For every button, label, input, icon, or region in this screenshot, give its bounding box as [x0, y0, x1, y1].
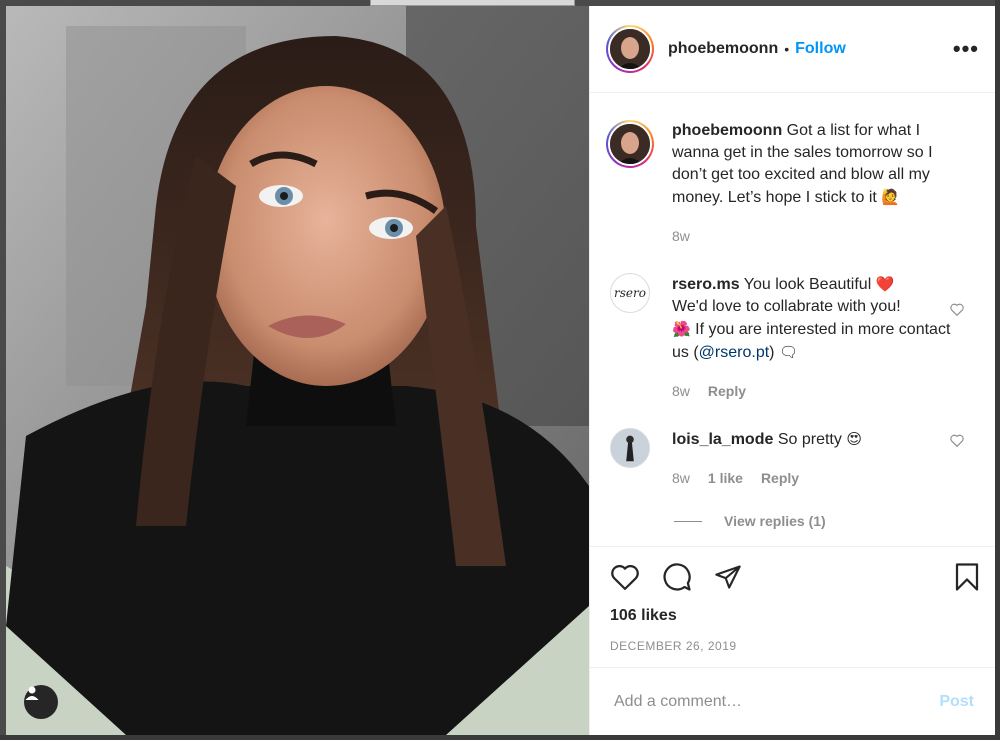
post-actions: 106 likes DECEMBER 26, 2019: [590, 546, 996, 653]
caption-meta: 8w: [672, 225, 962, 247]
comment-meta: 8w 1 like Reply: [672, 467, 962, 489]
view-replies-label: View replies (1): [724, 513, 826, 529]
portrait-illustration: [6, 6, 589, 735]
author-username[interactable]: phoebemoonn: [668, 40, 778, 58]
author-avatar[interactable]: [606, 25, 654, 73]
comment-body: So pretty: [777, 431, 842, 448]
post-date[interactable]: DECEMBER 26, 2019: [610, 639, 980, 653]
reply-button[interactable]: Reply: [708, 380, 746, 402]
comment-body-1: You look Beautiful: [743, 276, 872, 293]
window-edge-bottom: [0, 735, 1000, 740]
commenter-avatar[interactable]: [610, 428, 650, 468]
commenter-username[interactable]: rsero.ms: [672, 276, 740, 293]
comment-like-heart-icon[interactable]: [950, 434, 964, 452]
comment-item: lois_la_mode So pretty 😍 8w 1 like Reply: [606, 428, 980, 489]
caption-avatar[interactable]: [606, 120, 654, 168]
add-comment-bar: Post: [590, 667, 996, 735]
caption-text: phoebemoonn Got a list for what I wanna …: [672, 120, 962, 209]
likes-count[interactable]: 106 likes: [610, 607, 980, 625]
comment-body-4: ): [769, 344, 775, 361]
post-photo[interactable]: [6, 6, 589, 735]
caption-timestamp[interactable]: 8w: [672, 225, 690, 247]
comment-likes-count[interactable]: 1 like: [708, 467, 743, 489]
separator-dot: •: [784, 41, 790, 57]
reply-button[interactable]: Reply: [761, 467, 799, 489]
caption-username[interactable]: phoebemoonn: [672, 122, 782, 139]
raising-hand-emoji: 🙋: [881, 188, 900, 206]
more-options-icon[interactable]: •••: [953, 38, 979, 60]
comment-text: lois_la_mode So pretty 😍: [672, 428, 962, 451]
bookmark-icon[interactable]: [954, 562, 980, 592]
heart-icon[interactable]: [610, 563, 640, 591]
red-heart-emoji: ❤️: [875, 275, 895, 293]
comment-timestamp[interactable]: 8w: [672, 467, 690, 489]
comment-body-2: We'd love to collabrate with you!: [672, 298, 901, 315]
commenter-avatar[interactable]: rsero: [610, 273, 650, 313]
comments-list[interactable]: phoebemoonn Got a list for what I wanna …: [590, 94, 996, 546]
comment-like-heart-icon[interactable]: [950, 303, 964, 321]
comment-input[interactable]: [614, 692, 940, 711]
comment-text: rsero.ms You look Beautiful ❤️ We'd love…: [672, 273, 962, 364]
action-icons: [610, 563, 980, 591]
mention-link[interactable]: @rsero.pt: [699, 344, 769, 361]
post-header: phoebemoonn • Follow •••: [590, 6, 995, 93]
comment-item: rsero rsero.ms You look Beautiful ❤️ We'…: [606, 273, 980, 402]
heart-eyes-emoji: 😍: [846, 430, 862, 448]
comment-icon[interactable]: [662, 562, 692, 592]
post-comment-button[interactable]: Post: [939, 693, 974, 711]
replies-divider-line: [674, 520, 702, 522]
caption-comment: phoebemoonn Got a list for what I wanna …: [606, 120, 980, 247]
comment-timestamp[interactable]: 8w: [672, 380, 690, 402]
view-replies-button[interactable]: View replies (1): [674, 513, 980, 529]
user-tag-button[interactable]: [24, 685, 58, 719]
window-edge-right: [995, 0, 1000, 740]
post-side-panel: phoebemoonn • Follow ••• phoebemoonn Got…: [589, 6, 996, 735]
rsero-logo: rsero: [614, 286, 646, 300]
follow-button[interactable]: Follow: [795, 40, 846, 58]
speech-bubble-emoji: 🗨: [778, 343, 798, 361]
hibiscus-emoji: 🌺: [672, 320, 691, 338]
comment-meta: 8w Reply: [672, 380, 962, 402]
share-icon[interactable]: [714, 563, 742, 591]
commenter-username[interactable]: lois_la_mode: [672, 431, 773, 448]
